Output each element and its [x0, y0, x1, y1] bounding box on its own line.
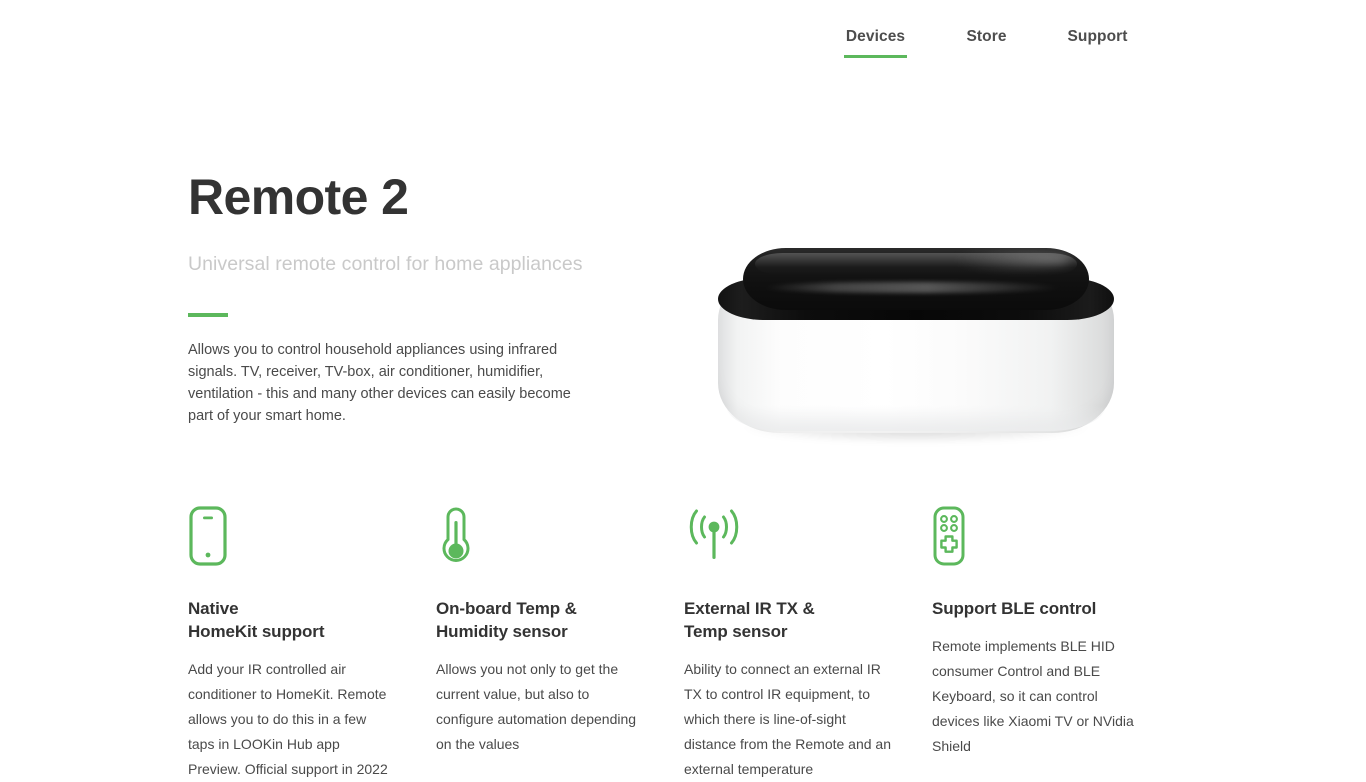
feature-title-external-ir: External IR TX & Temp sensor — [684, 567, 892, 643]
hero-subtitle: Universal remote control for home applia… — [188, 253, 583, 275]
hero-section: Remote 2 Universal remote control for ho… — [188, 170, 648, 427]
feature-title-line2: Temp sensor — [684, 622, 788, 641]
nav-item-support[interactable]: Support — [1067, 28, 1127, 58]
feature-title-line1: Native — [188, 599, 239, 618]
feature-text-external-ir: Ability to connect an external IR TX to … — [684, 661, 892, 777]
page-title: Remote 2 — [188, 169, 409, 225]
feature-title-homekit: Native HomeKit support — [188, 567, 396, 643]
feature-title-temp-humidity: On-board Temp & Humidity sensor — [436, 567, 644, 643]
site-header: Devices Store Support — [0, 0, 1366, 84]
nav-item-devices[interactable]: Devices — [843, 28, 908, 58]
nav-item-store[interactable]: Store — [966, 28, 1006, 58]
nav-slot-devices: Devices — [820, 28, 931, 58]
nav-slot-support: Support — [1042, 28, 1153, 58]
device-illustration — [718, 248, 1114, 443]
feature-card-homekit: Native HomeKit support Add your IR contr… — [188, 505, 436, 782]
feature-title-line1: Support BLE control — [932, 599, 1097, 618]
feature-title-ble: Support BLE control — [932, 567, 1140, 620]
device-cap-highlight — [762, 282, 1062, 293]
feature-title-line2: HomeKit support — [188, 622, 325, 641]
product-image — [668, 200, 1168, 460]
feature-card-external-ir: External IR TX & Temp sensor Ability to … — [684, 505, 932, 782]
main-navigation: Devices Store Support — [820, 28, 1153, 58]
remote-control-icon — [932, 505, 1140, 567]
feature-title-line2: Humidity sensor — [436, 622, 568, 641]
smartphone-icon — [188, 505, 396, 567]
feature-card-temp-humidity: On-board Temp & Humidity sensor Allows y… — [436, 505, 684, 782]
broadcast-signal-icon — [684, 505, 892, 567]
feature-title-line1: On-board Temp & — [436, 599, 577, 618]
feature-text-temp-humidity: Allows you not only to get the current v… — [436, 661, 637, 752]
feature-text-ble: Remote implements BLE HID consumer Contr… — [932, 638, 1134, 754]
nav-slot-store: Store — [931, 28, 1042, 58]
feature-title-line1: External IR TX & — [684, 599, 815, 618]
feature-card-ble: Support BLE control Remote implements BL… — [932, 505, 1180, 782]
hero-description: Allows you to control household applianc… — [188, 342, 571, 425]
thermometer-icon — [436, 505, 644, 567]
feature-text-homekit: Add your IR controlled air conditioner t… — [188, 661, 388, 777]
device-black-cap — [743, 248, 1089, 310]
features-grid: Native HomeKit support Add your IR contr… — [188, 505, 1188, 782]
